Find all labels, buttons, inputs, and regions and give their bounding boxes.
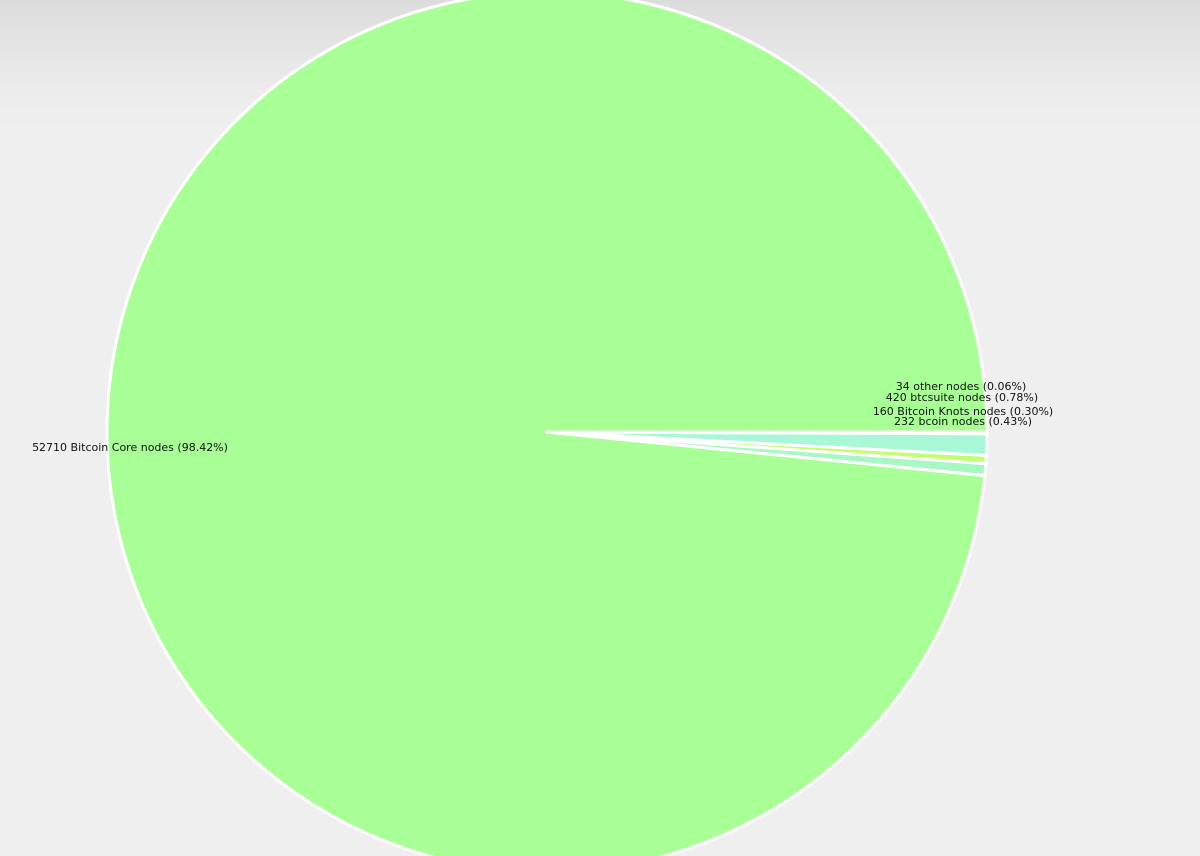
chart-stage: 52710 Bitcoin Core nodes (98.42%) 232 bco…	[0, 0, 1200, 856]
pie-slice-other	[545, 430, 989, 436]
pie-chart: 52710 Bitcoin Core nodes (98.42%)232 bco…	[32, 0, 1053, 856]
pie-label-bitcoin-knots: 160 Bitcoin Knots nodes (0.30%)	[873, 405, 1053, 418]
pie-slice-bitcoin-core	[105, 0, 989, 856]
pie-label-bitcoin-core: 52710 Bitcoin Core nodes (98.42%)	[32, 441, 228, 454]
pie-label-other: 34 other nodes (0.06%)	[896, 380, 1027, 393]
pie-slices	[105, 0, 989, 856]
